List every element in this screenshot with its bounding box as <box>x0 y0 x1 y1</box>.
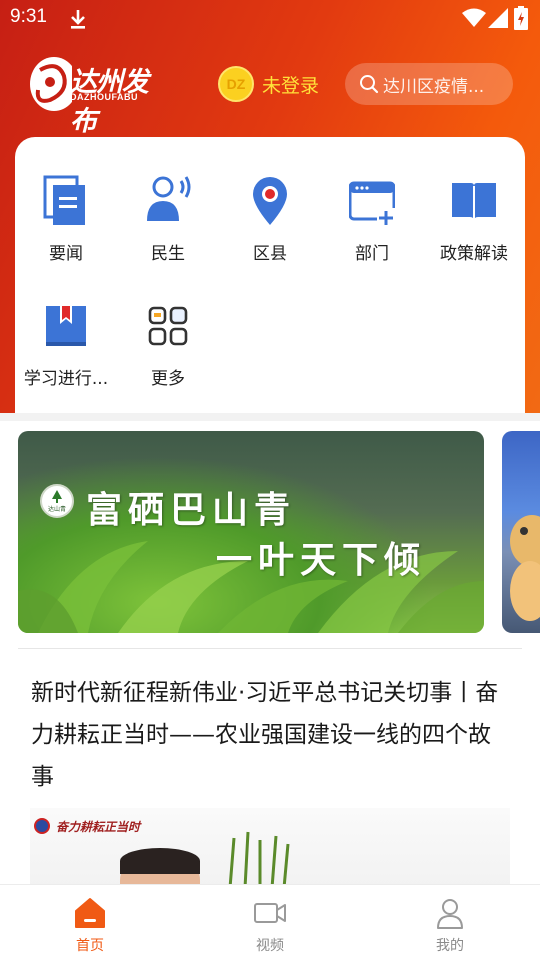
article-image-tag: 奋力耕耘正当时 <box>56 820 141 834</box>
menu-item-districts[interactable]: 区县 <box>219 137 321 264</box>
banner-subheadline: 一叶天下倾 <box>216 539 427 581</box>
tree-icon <box>52 490 62 503</box>
menu-item-policy[interactable]: 政策解读 <box>423 137 525 264</box>
menu-label: 要闻 <box>49 244 83 264</box>
list-separator <box>18 648 522 649</box>
article-thumbnail[interactable]: 奋力耕耘正当时 <box>30 808 510 888</box>
status-time: 9:31 <box>10 6 47 27</box>
login-label: 未登录 <box>262 74 320 97</box>
bottom-navigation: 首页 视频 我的 <box>0 884 540 960</box>
logo-subtext: DAZHOUFABU <box>70 92 138 102</box>
wifi-icon <box>462 8 486 27</box>
app-logo: 达州发布 DAZHOUFABU <box>28 56 158 137</box>
menu-item-study[interactable]: 学习进行... <box>15 262 117 389</box>
video-icon <box>254 903 286 923</box>
section-divider <box>0 413 540 421</box>
banner-slide[interactable]: 达山青 富硒巴山青 一叶天下倾 <box>18 431 484 633</box>
signal-icon <box>488 8 508 28</box>
menu-label: 学习进行... <box>23 369 109 389</box>
menu-label: 区县 <box>253 244 287 264</box>
search-input[interactable]: 达川区疫情... <box>345 63 513 105</box>
tab-video[interactable]: 视频 <box>180 885 360 960</box>
logo-mark-icon <box>30 57 72 111</box>
user-icon <box>437 899 463 929</box>
battery-charging-icon <box>514 6 528 30</box>
book-icon <box>452 183 496 221</box>
map-pin-icon <box>253 177 287 225</box>
menu-label: 更多 <box>151 369 185 389</box>
download-icon <box>71 10 85 29</box>
menu-label: 民生 <box>151 244 185 264</box>
menu-item-more[interactable]: 更多 <box>117 262 219 389</box>
banner-next-slide[interactable] <box>502 431 540 633</box>
menu-label: 部门 <box>355 244 389 264</box>
bookmark-book-icon <box>46 306 86 346</box>
menu-label: 政策解读 <box>440 244 508 264</box>
news-icon <box>43 175 85 225</box>
brand-badge: 达山青 <box>40 484 74 518</box>
menu-item-news[interactable]: 要闻 <box>15 137 117 264</box>
search-placeholder: 达川区疫情... <box>383 76 485 97</box>
tab-label: 首页 <box>76 938 104 954</box>
search-icon <box>360 75 379 94</box>
login-button[interactable]: DZ 未登录 <box>218 66 319 102</box>
tab-home[interactable]: 首页 <box>0 885 180 960</box>
wheat-icon <box>228 831 290 888</box>
article-title[interactable]: 新时代新征程新伟业·习近平总书记关切事丨奋力耕耘正当时——农业强国建设一线的四个… <box>31 672 511 798</box>
tab-label: 视频 <box>256 938 284 954</box>
grid-more-icon <box>148 306 188 346</box>
status-bar: 9:31 <box>0 0 540 36</box>
department-window-icon <box>349 181 395 227</box>
tab-profile[interactable]: 我的 <box>360 885 540 960</box>
banner-headline: 富硒巴山青 <box>86 489 297 531</box>
emblem-icon <box>34 818 50 834</box>
category-menu: 要闻 民生 区县 部门 政策解读 学习进行... 更多 <box>15 137 525 413</box>
avatar: DZ <box>218 66 254 102</box>
menu-item-departments[interactable]: 部门 <box>321 137 423 264</box>
mascot-image <box>510 515 540 621</box>
people-speaker-icon <box>147 176 191 221</box>
tab-label: 我的 <box>436 938 464 954</box>
menu-item-livelihood[interactable]: 民生 <box>117 137 219 264</box>
home-icon <box>75 898 105 928</box>
